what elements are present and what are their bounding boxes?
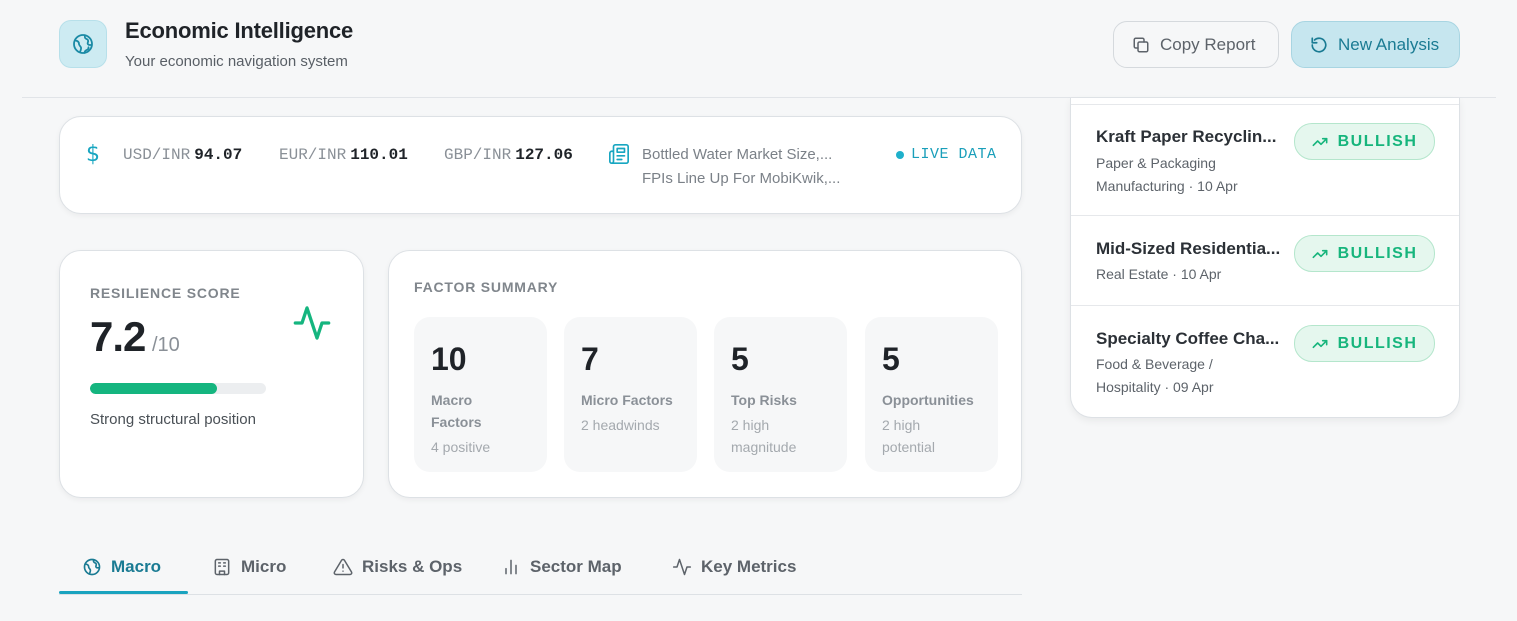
sector-name: Specialty Coffee Cha... xyxy=(1096,329,1280,348)
news-item[interactable]: FPIs Line Up For MobiKwik,... xyxy=(642,167,840,191)
resilience-score-card: RESILIENCE SCORE 7.2 /10 Strong structur… xyxy=(59,250,364,498)
sector-name: Mid-Sized Residentia... xyxy=(1096,239,1281,258)
new-analysis-button[interactable]: New Analysis xyxy=(1291,21,1460,68)
fx-pair: USD/INR xyxy=(123,146,191,164)
factor-tile-risks[interactable]: 5 Top Risks 2 high magnitude xyxy=(714,317,847,472)
tab-label: Sector Map xyxy=(530,557,622,576)
factor-count: 5 xyxy=(882,341,900,377)
sector-item[interactable]: Specialty Coffee Cha... Food & Beverage … xyxy=(1071,306,1459,417)
factor-tile-opportunities[interactable]: 5 Opportunities 2 high potential xyxy=(865,317,998,472)
sector-meta: Real Estate · 10 Apr xyxy=(1096,266,1222,282)
news-headlines[interactable]: Bottled Water Market Size,... FPIs Line … xyxy=(642,143,840,191)
market-ticker: $ USD/INR 94.07 EUR/INR 110.01 GBP/INR 127.… xyxy=(59,116,1022,214)
fx-value: 110.01 xyxy=(350,146,408,164)
sector-item[interactable]: Mid-Sized Residentia... Real Estate · 10… xyxy=(1071,216,1459,306)
live-data-label: LIVE DATA xyxy=(911,146,997,163)
factor-label: Top Risks xyxy=(731,392,797,408)
factor-count: 5 xyxy=(731,341,749,377)
tab-label: Macro xyxy=(111,557,162,576)
sector-item[interactable]: Kraft Paper Recyclin... Paper & Packagin… xyxy=(1071,105,1459,216)
tab-key-metrics[interactable]: Key Metrics xyxy=(672,540,796,594)
factor-sub: 2 high potential xyxy=(882,417,935,455)
trending-up-icon xyxy=(1312,249,1328,258)
factor-summary-card: FACTOR SUMMARY 10 Macro Factors 4 positi… xyxy=(388,250,1022,498)
bullish-badge: BULLISH xyxy=(1294,325,1435,362)
bar-chart-icon xyxy=(505,559,517,575)
live-data-indicator: LIVE DATA xyxy=(896,146,997,163)
sector-name: Kraft Paper Recyclin... xyxy=(1096,127,1277,146)
analysis-tabs: Macro Micro Risks & Ops Sector Map Key M… xyxy=(59,540,1022,595)
factor-count: 10 xyxy=(431,341,467,377)
copy-report-label: Copy Report xyxy=(1160,34,1256,54)
bullish-badge: BULLISH xyxy=(1294,123,1435,160)
bullish-badge: BULLISH xyxy=(1294,235,1435,272)
badge-label: BULLISH xyxy=(1337,132,1418,150)
fx-rate-eur: EUR/INR 110.01 xyxy=(279,146,408,164)
pulse-icon xyxy=(293,306,331,340)
fx-pair: GBP/INR xyxy=(444,146,512,164)
dollar-icon: $ xyxy=(86,142,100,167)
copy-report-button[interactable]: Copy Report xyxy=(1113,21,1279,68)
live-dot-icon xyxy=(896,150,904,159)
tab-macro[interactable]: Macro xyxy=(82,540,161,594)
resilience-label: RESILIENCE SCORE xyxy=(90,285,241,301)
tab-risks-ops[interactable]: Risks & Ops xyxy=(333,540,462,594)
newspaper-icon xyxy=(609,144,629,164)
sector-meta: Paper & Packaging Manufacturing · 10 Apr xyxy=(1096,155,1238,194)
new-analysis-label: New Analysis xyxy=(1338,34,1440,54)
fx-pair: EUR/INR xyxy=(279,146,347,164)
factor-label: Opportunities xyxy=(882,392,974,408)
resilience-note: Strong structural position xyxy=(90,411,256,428)
resilience-score: 7.2 xyxy=(90,313,146,360)
copy-icon xyxy=(1133,37,1149,52)
warning-icon xyxy=(333,558,353,576)
factor-tile-macro[interactable]: 10 Macro Factors 4 positive xyxy=(414,317,547,472)
sector-analysis-list: Kraft Paper Recyclin... Paper & Packagin… xyxy=(1070,98,1460,418)
badge-label: BULLISH xyxy=(1337,244,1418,262)
factor-label: Macro Factors xyxy=(431,392,482,430)
tab-sector-map[interactable]: Sector Map xyxy=(501,540,622,594)
factor-tile-micro[interactable]: 7 Micro Factors 2 headwinds xyxy=(564,317,697,472)
factor-summary-title: FACTOR SUMMARY xyxy=(414,279,559,295)
refresh-icon xyxy=(1311,36,1327,53)
trending-up-icon xyxy=(1312,339,1328,348)
badge-label: BULLISH xyxy=(1337,334,1418,352)
factor-count: 7 xyxy=(581,341,599,377)
factor-label: Micro Factors xyxy=(581,392,673,408)
activity-icon xyxy=(672,558,692,576)
news-item[interactable]: Bottled Water Market Size,... xyxy=(642,143,840,167)
fx-rate-usd: USD/INR 94.07 xyxy=(123,146,242,164)
app-subtitle: Your economic navigation system xyxy=(125,53,348,70)
factor-sub: 2 high magnitude xyxy=(731,417,797,455)
globe-icon xyxy=(83,558,101,576)
resilience-progress-bar xyxy=(90,383,266,394)
tab-micro[interactable]: Micro xyxy=(212,540,286,594)
active-tab-indicator xyxy=(59,591,188,594)
fx-value: 94.07 xyxy=(194,146,243,164)
trending-up-icon xyxy=(1312,137,1328,146)
tab-label: Key Metrics xyxy=(701,557,797,576)
app-title: Economic Intelligence xyxy=(125,18,354,43)
factor-sub: 4 positive xyxy=(431,439,491,455)
resilience-max: /10 xyxy=(152,334,180,356)
building-icon xyxy=(214,558,230,576)
tab-label: Risks & Ops xyxy=(362,557,463,576)
tab-label: Micro xyxy=(241,557,287,576)
resilience-progress-fill xyxy=(90,383,217,394)
fx-rate-gbp: GBP/INR 127.06 xyxy=(444,146,573,164)
factor-sub: 2 headwinds xyxy=(581,417,660,433)
fx-value: 127.06 xyxy=(515,146,573,164)
app-header: Economic Intelligence Your economic navi… xyxy=(22,0,1496,98)
sector-meta: Food & Beverage / Hospitality · 09 Apr xyxy=(1096,356,1214,395)
globe-logo-icon xyxy=(59,20,107,68)
